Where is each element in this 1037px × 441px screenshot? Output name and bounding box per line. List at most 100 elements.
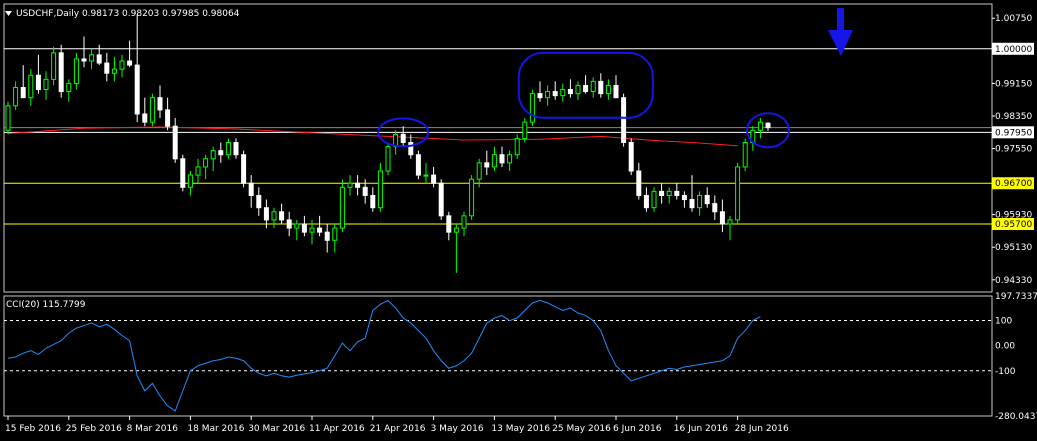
date-axis-label: 16 Jun 2016 (674, 424, 728, 434)
candle-body (446, 215, 452, 233)
candle-body (73, 58, 79, 84)
candle-body (195, 166, 201, 176)
candle-body (5, 105, 11, 131)
candle-body (666, 190, 672, 196)
candle-body (301, 223, 307, 233)
candle-body (484, 162, 490, 168)
candle-body (408, 141, 414, 156)
candle-body (149, 97, 155, 123)
candle-body (583, 84, 589, 93)
candle-body (507, 154, 513, 164)
candle-body (560, 89, 566, 97)
candle-body (681, 194, 687, 201)
candle-body (35, 74, 41, 91)
candle-body (165, 109, 171, 127)
candle-body (332, 227, 338, 241)
candle-body (598, 80, 604, 95)
level-price-label: 0.97950 (995, 128, 1032, 138)
candle-body (43, 78, 49, 91)
candle-body (142, 113, 148, 123)
candle-body (111, 68, 117, 74)
candle-body (628, 141, 634, 172)
cci-title: CCI(20) 115.7799 (6, 300, 86, 310)
candle-body (370, 194, 376, 209)
candle-body (719, 211, 725, 225)
candle-body (423, 174, 429, 177)
price-axis-label: 0.95930 (995, 211, 1032, 221)
candle-body (172, 125, 178, 160)
price-axis-label: 0.95130 (995, 243, 1032, 253)
candle-body (96, 54, 102, 64)
cci-axis-label: 197.7337 (995, 292, 1037, 302)
candle-body (621, 97, 627, 143)
candle-body (636, 170, 642, 196)
mt4-chart-window[interactable]: 1.00000 0.97950 0.96700 0.95700 1.00750 0.991… (0, 0, 1037, 441)
date-axis-label: 28 Jun 2016 (735, 424, 789, 434)
candle-body (689, 199, 695, 209)
candle-body (431, 174, 437, 184)
date-axis-label: 6 Jun 2016 (613, 424, 662, 434)
candle-body (271, 211, 277, 221)
candle-body (256, 194, 262, 209)
candle-body (522, 121, 528, 139)
candle-body (697, 194, 703, 209)
candle-body (545, 91, 551, 99)
candle-body (263, 207, 269, 221)
candle-body (590, 80, 596, 93)
candle-body (203, 158, 209, 168)
date-axis-label: 18 Mar 2016 (187, 424, 244, 434)
candle-body (347, 182, 353, 188)
cci-axis-label: 100 (995, 317, 1012, 327)
date-axis-label: 15 Feb 2016 (5, 424, 61, 434)
candle-body (385, 146, 391, 172)
date-axis-label: 3 May 2016 (431, 424, 484, 434)
candle-body (552, 91, 558, 97)
candle-body (89, 54, 95, 62)
price-axis-label: 1.00750 (995, 14, 1032, 24)
price-axis-label: 0.99150 (995, 79, 1032, 89)
candle-body (339, 186, 345, 229)
date-axis-label: 25 May 2016 (552, 424, 611, 434)
candle-body (453, 227, 459, 233)
candle-body (51, 52, 57, 80)
candle-body (127, 60, 133, 66)
price-axis-label: 0.97550 (995, 145, 1032, 155)
candle-body (643, 194, 649, 209)
date-axis-label: 8 Mar 2016 (127, 424, 179, 434)
date-axis-label: 11 Apr 2016 (309, 424, 365, 434)
candle-body (355, 182, 361, 188)
candle-body (225, 141, 231, 156)
candle-body (476, 162, 482, 180)
candle-body (651, 190, 657, 209)
candle-body (377, 170, 383, 209)
candle-body (286, 219, 292, 229)
candle-body (499, 154, 505, 164)
chart-title: USDCHF,Daily 0.98173 0.98203 0.97985 0.9… (16, 9, 240, 19)
price-axis-label: 0.98350 (995, 112, 1032, 122)
candle-body (567, 89, 573, 95)
candle-body (66, 82, 72, 93)
candle-body (757, 121, 763, 131)
candle-body (58, 52, 64, 93)
candle-body (28, 74, 34, 99)
candle-body (461, 215, 467, 229)
candle-body (469, 178, 475, 217)
cci-axis-label: -280.0437 (995, 412, 1037, 422)
candle-body (659, 190, 665, 196)
candle-body (104, 62, 110, 74)
candle-body (491, 154, 497, 168)
candle-body (119, 60, 125, 70)
candle-body (20, 86, 26, 99)
level-price-label: 1.00000 (995, 45, 1032, 55)
candle-body (415, 154, 421, 176)
candle-body (324, 231, 330, 241)
candle-body (134, 64, 140, 115)
candle-body (233, 141, 239, 156)
chart-background (0, 0, 1037, 441)
candle-body (742, 141, 748, 168)
candle-body (241, 154, 247, 184)
candle-body (613, 84, 619, 99)
date-axis-label: 30 Mar 2016 (248, 424, 305, 434)
date-axis-label: 21 Apr 2016 (370, 424, 426, 434)
price-axis-label: 0.94330 (995, 276, 1032, 286)
